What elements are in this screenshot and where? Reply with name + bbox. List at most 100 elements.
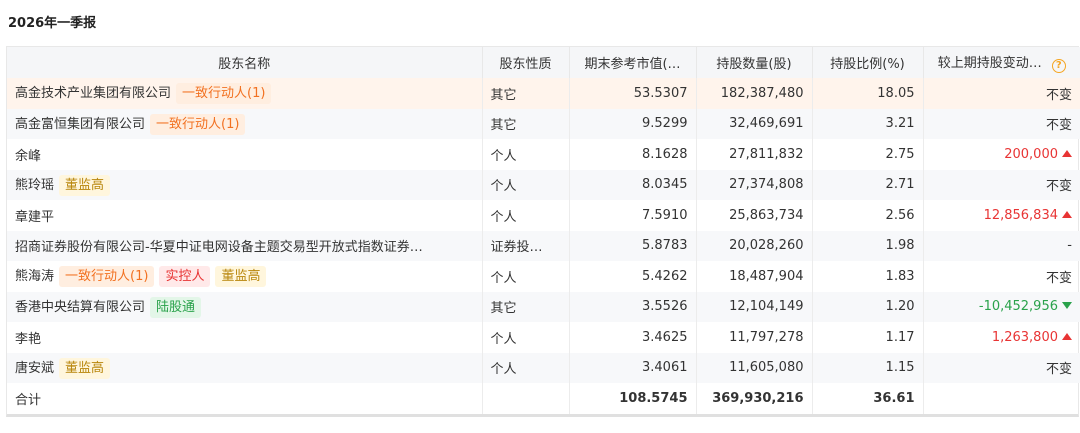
shareholder-name[interactable]: 余峰 [15,149,41,164]
shareholder-tag-badge[interactable]: 实控人 [159,266,211,288]
table-row[interactable]: 唐安斌 董监高 个人 3.4061 11,605,080 1.15 不变 [7,352,1080,383]
cell-shares: 18,487,904 [696,261,813,292]
shareholder-nature: 个人 [482,169,570,200]
table-row[interactable]: 李艳 个人 3.4625 11,797,278 1.17 1,263,800 [7,322,1080,353]
cell-market-value: 3.4061 [569,352,697,383]
shareholder-tag-badge[interactable]: 陆股通 [150,296,202,318]
cell-change: 12,856,834 [923,200,1080,231]
cell-ratio: 2.71 [812,169,924,200]
total-ratio: 36.61 [812,383,924,414]
cell-shares: 27,811,832 [696,139,813,170]
shareholder-tag-badge[interactable]: 董监高 [59,357,111,379]
shareholder-name-cell: 香港中央结算有限公司 陆股通 [7,291,483,322]
shareholder-name[interactable]: 香港中央结算有限公司 [15,300,145,315]
shareholder-nature: 其它 [482,78,570,109]
cell-change: 200,000 [923,139,1080,170]
increase-arrow-icon [1062,210,1072,218]
table-row[interactable]: 高金技术产业集团有限公司 一致行动人(1) 其它 53.5307 182,387,480… [7,78,1080,109]
cell-shares: 27,374,808 [696,169,813,200]
table-row[interactable]: 熊玲瑶 董监高 个人 8.0345 27,374,808 2.71 不变 [7,169,1080,200]
column-header-nature[interactable]: 股东性质 [482,47,570,78]
table-row[interactable]: 招商证券股份有限公司-华夏中证电网设备主题交易型开放式指数证券… 证券投… 5.87… [7,230,1080,261]
decrease-arrow-icon [1062,302,1072,310]
column-header-change[interactable]: 较上期持股变动…? [923,47,1080,78]
cell-market-value: 5.8783 [569,230,697,261]
cell-change: - [923,230,1080,261]
shareholder-name[interactable]: 熊海涛 [15,269,54,284]
shareholder-nature: 其它 [482,291,570,322]
cell-ratio: 2.56 [812,200,924,231]
cell-ratio: 1.17 [812,322,924,353]
shareholder-nature: 个人 [482,200,570,231]
shareholder-name-cell: 唐安斌 董监高 [7,352,483,383]
shareholder-nature: 个人 [482,352,570,383]
shareholder-name[interactable]: 招商证券股份有限公司-华夏中证电网设备主题交易型开放式指数证券… [15,240,423,255]
cell-shares: 25,863,734 [696,200,813,231]
column-header-market-value[interactable]: 期末参考市值(… [569,47,697,78]
shareholder-name-cell: 章建平 [7,200,483,231]
cell-shares: 20,028,260 [696,230,813,261]
shareholder-nature: 个人 [482,322,570,353]
cell-shares: 11,605,080 [696,352,813,383]
shareholder-name[interactable]: 唐安斌 [15,361,54,376]
column-header-shares[interactable]: 持股数量(股) [696,47,813,78]
shareholder-tag-badge[interactable]: 一致行动人(1) [176,83,272,105]
table-row[interactable]: 高金富恒集团有限公司 一致行动人(1) 其它 9.5299 32,469,691 3.21… [7,108,1080,139]
shareholder-name[interactable]: 章建平 [15,210,54,225]
cell-ratio: 1.15 [812,352,924,383]
shareholder-nature: 其它 [482,108,570,139]
change-value: 1,263,800 [991,329,1058,345]
shareholder-tag-badge[interactable]: 董监高 [215,266,267,288]
cell-ratio: 1.83 [812,261,924,292]
cell-ratio: 1.20 [812,291,924,322]
cell-change: 不变 [923,108,1080,139]
cell-market-value: 53.5307 [569,78,697,109]
total-shares: 369,930,216 [696,383,813,414]
report-title: 2026年一季报 [8,16,97,31]
shareholder-tag-badge[interactable]: 一致行动人(1) [59,266,155,288]
help-icon[interactable]: ? [1051,59,1066,73]
total-change-empty [923,383,1080,414]
table-body: 高金技术产业集团有限公司 一致行动人(1) 其它 53.5307 182,387,480… [7,78,1080,383]
table-row[interactable]: 香港中央结算有限公司 陆股通 其它 3.5526 12,104,149 1.20 -10,4… [7,291,1080,322]
change-value: 不变 [1045,118,1072,134]
cell-market-value: 9.5299 [569,108,697,139]
shareholder-name[interactable]: 熊玲瑶 [15,178,54,193]
change-value: 200,000 [1004,146,1058,162]
cell-market-value: 8.1628 [569,139,697,170]
increase-arrow-icon [1062,149,1072,157]
table-header-row: 股东名称 股东性质 期末参考市值(… 持股数量(股) 持股比例(%) 较上期持股… [7,47,1080,78]
shareholder-name[interactable]: 李艳 [15,332,41,347]
cell-change: -10,452,956 [923,291,1080,322]
cell-shares: 12,104,149 [696,291,813,322]
cell-market-value: 8.0345 [569,169,697,200]
total-market-value: 108.5745 [569,383,697,414]
shareholders-table: 股东名称 股东性质 期末参考市值(… 持股数量(股) 持股比例(%) 较上期持股… [6,46,1080,417]
table-row[interactable]: 余峰 个人 8.1628 27,811,832 2.75 200,000 [7,139,1080,170]
change-value: 不变 [1045,362,1072,378]
total-label: 合计 [7,383,483,414]
shareholder-tag-badge[interactable]: 董监高 [59,174,111,196]
change-value: 不变 [1045,270,1072,286]
column-header-ratio[interactable]: 持股比例(%) [812,47,924,78]
change-value: -10,452,956 [978,299,1058,315]
cell-change: 不变 [923,352,1080,383]
cell-shares: 32,469,691 [696,108,813,139]
shareholder-nature: 个人 [482,261,570,292]
shareholder-name[interactable]: 高金技术产业集团有限公司 [15,86,171,101]
cell-market-value: 5.4262 [569,261,697,292]
table-row[interactable]: 熊海涛 一致行动人(1) 实控人 董监高 个人 5.4262 18,487,904 1.83 不… [7,261,1080,292]
shareholder-nature: 个人 [482,139,570,170]
total-nature-empty [482,383,570,414]
cell-shares: 11,797,278 [696,322,813,353]
total-row: 合计 108.5745 369,930,216 36.61 [7,383,1080,414]
shareholder-tag-badge[interactable]: 一致行动人(1) [150,113,246,135]
cell-ratio: 2.75 [812,139,924,170]
table-row[interactable]: 章建平 个人 7.5910 25,863,734 2.56 12,856,834 [7,200,1080,231]
cell-ratio: 3.21 [812,108,924,139]
column-header-name[interactable]: 股东名称 [7,47,483,78]
shareholder-name[interactable]: 高金富恒集团有限公司 [15,117,145,132]
change-value: 不变 [1045,87,1072,103]
change-value: - [1067,238,1072,254]
cell-change: 1,263,800 [923,322,1080,353]
